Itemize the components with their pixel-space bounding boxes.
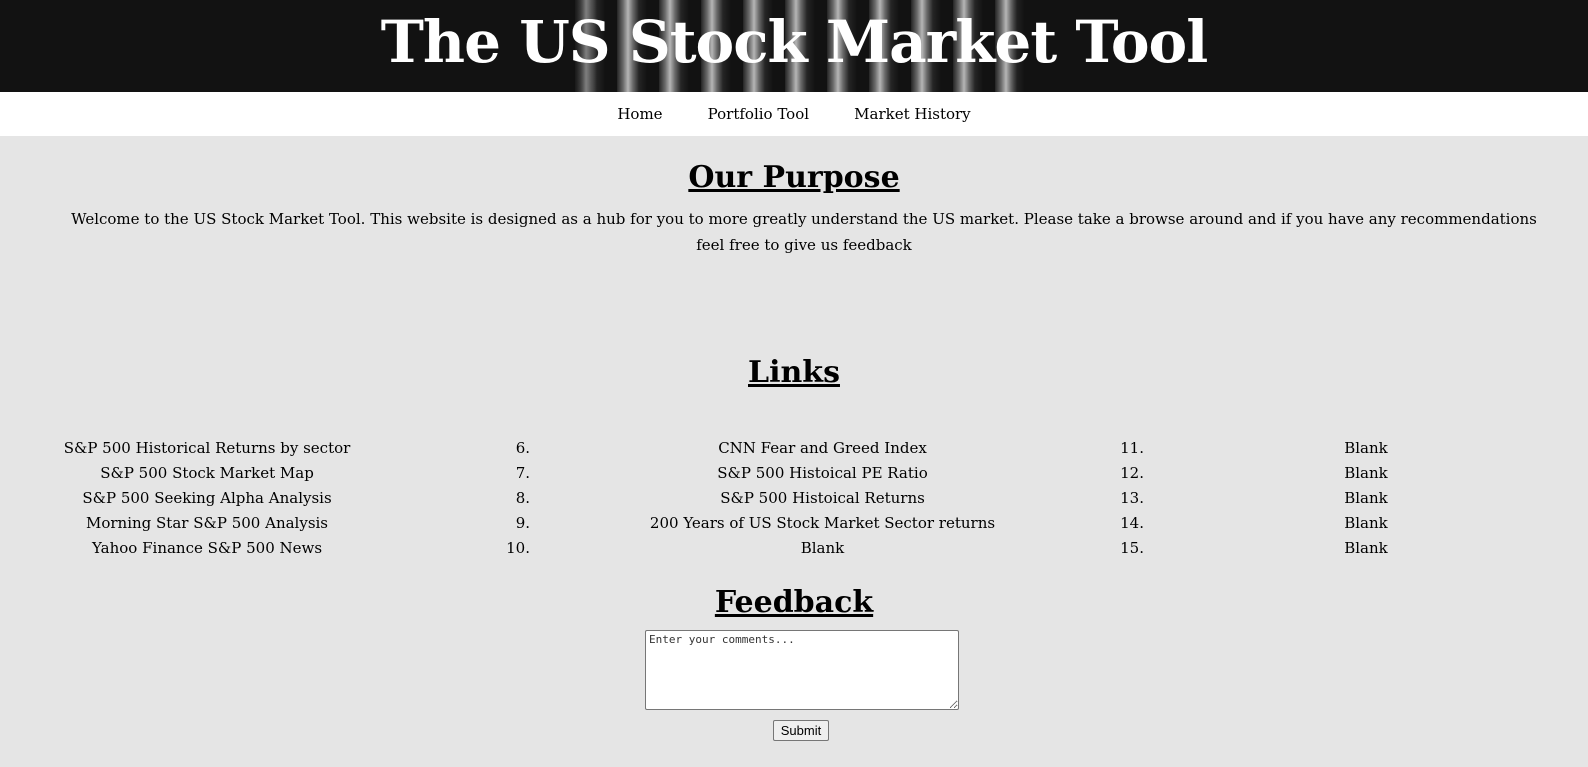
link-item[interactable]: S&P 500 Histoical Returns <box>720 489 925 507</box>
link-item[interactable]: Blank <box>1344 439 1388 457</box>
links-row: Yahoo Finance S&P 500 News 10. Blank 15.… <box>0 535 1588 560</box>
links-row: S&P 500 Historical Returns by sector 6. … <box>0 435 1588 460</box>
link-number: 6. <box>515 438 530 457</box>
nav-portfolio-tool[interactable]: Portfolio Tool <box>708 92 809 136</box>
feedback-heading: Feedback <box>714 585 874 620</box>
link-item[interactable]: Morning Star S&P 500 Analysis <box>86 514 328 532</box>
link-number: 15. <box>1120 538 1144 557</box>
purpose-heading: Our Purpose <box>688 160 900 195</box>
main-nav: Home Portfolio Tool Market History <box>0 92 1588 136</box>
links-table: S&P 500 Historical Returns by sector 6. … <box>0 435 1588 560</box>
links-heading: Links <box>748 355 840 390</box>
link-item[interactable]: CNN Fear and Greed Index <box>718 439 927 457</box>
link-item[interactable]: Blank <box>1344 514 1388 532</box>
feedback-textarea[interactable] <box>645 630 959 710</box>
nav-market-history[interactable]: Market History <box>854 92 971 136</box>
link-number: 12. <box>1120 463 1144 482</box>
link-number: 7. <box>515 463 530 482</box>
links-row: Morning Star S&P 500 Analysis 9. 200 Yea… <box>0 510 1588 535</box>
link-item[interactable]: S&P 500 Historical Returns by sector <box>64 439 351 457</box>
link-number: 10. <box>506 538 530 557</box>
link-item[interactable]: Blank <box>1344 489 1388 507</box>
submit-button[interactable]: Submit <box>773 720 829 741</box>
link-item[interactable]: S&P 500 Seeking Alpha Analysis <box>82 489 331 507</box>
link-item[interactable]: S&P 500 Histoical PE Ratio <box>717 464 927 482</box>
link-number: 13. <box>1120 488 1144 507</box>
link-item[interactable]: Blank <box>1344 539 1388 557</box>
site-title: The US Stock Market Tool <box>380 8 1208 76</box>
link-number: 14. <box>1120 513 1144 532</box>
link-item[interactable]: S&P 500 Stock Market Map <box>100 464 314 482</box>
link-item[interactable]: Yahoo Finance S&P 500 News <box>92 539 322 557</box>
link-number: 9. <box>515 513 530 532</box>
link-number: 11. <box>1120 438 1144 457</box>
link-item[interactable]: Blank <box>1344 464 1388 482</box>
links-row: S&P 500 Seeking Alpha Analysis 8. S&P 50… <box>0 485 1588 510</box>
link-item[interactable]: Blank <box>801 539 845 557</box>
nav-home[interactable]: Home <box>617 92 662 136</box>
link-number: 8. <box>515 488 530 507</box>
link-item[interactable]: 200 Years of US Stock Market Sector retu… <box>650 514 995 532</box>
links-row: S&P 500 Stock Market Map 7. S&P 500 Hist… <box>0 460 1588 485</box>
purpose-text: Welcome to the US Stock Market Tool. Thi… <box>71 210 1537 254</box>
header-banner: The US Stock Market Tool <box>0 0 1588 92</box>
